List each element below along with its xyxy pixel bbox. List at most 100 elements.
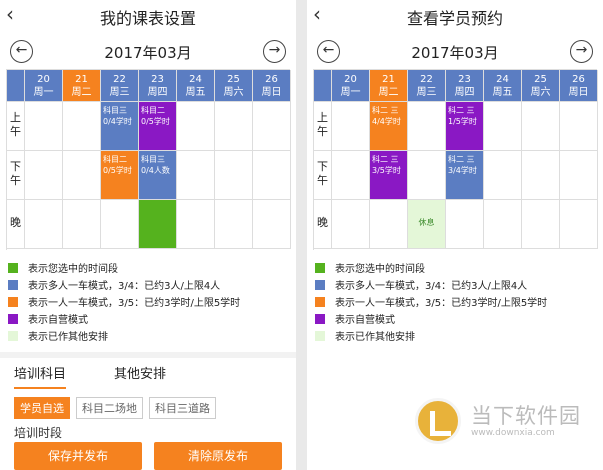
legend-item: 表示自营模式	[315, 310, 600, 327]
chip-subject3-road[interactable]: 科目三道路	[149, 397, 216, 419]
month-label: 2017年03月	[411, 44, 499, 62]
booking-block[interactable]: 科二 三 1/5学时	[446, 102, 483, 150]
slot-cell[interactable]: 科目三 0/4学时	[101, 102, 139, 151]
slot-cell[interactable]	[253, 200, 291, 249]
slot-cell[interactable]	[522, 200, 560, 249]
day-header-21[interactable]: 21 周二	[370, 70, 408, 102]
slot-cell[interactable]	[332, 102, 370, 151]
booking-block[interactable]: 科二 三 3/4学时	[446, 151, 483, 199]
slot-cell[interactable]: 科二 三 1/5学时	[446, 102, 484, 151]
period-label-text: 上 午	[10, 111, 21, 138]
booking-block[interactable]: 科目三 0/4学时	[101, 102, 138, 150]
day-header-21[interactable]: 21 周二	[63, 70, 101, 102]
day-header-23[interactable]: 23 周四	[139, 70, 177, 102]
day-number: 24	[189, 74, 202, 85]
slot-cell[interactable]	[560, 151, 598, 200]
downxia-logo-icon	[415, 398, 461, 444]
slot-cell[interactable]	[253, 102, 291, 151]
tab-bar: 培训科目 其他安排	[0, 352, 296, 389]
period-row-am: 上 午 科目三 0/4学时 科目二 0/5学时	[7, 102, 291, 151]
header: ‹ 我的课表设置	[0, 0, 296, 30]
month-label: 2017年03月	[104, 44, 192, 62]
legend-text: 表示您选中的时间段	[28, 264, 118, 275]
slot-cell[interactable]	[332, 151, 370, 200]
day-header-20[interactable]: 20 周一	[332, 70, 370, 102]
slot-cell[interactable]	[25, 102, 63, 151]
day-header-25[interactable]: 25 周六	[215, 70, 253, 102]
slot-cell[interactable]	[215, 151, 253, 200]
booking-block[interactable]: 休息	[408, 200, 445, 248]
day-weekday: 周五	[185, 87, 206, 98]
day-header-22[interactable]: 22 周三	[408, 70, 446, 102]
slot-cell[interactable]	[215, 102, 253, 151]
chip-student-choice[interactable]: 学员自选	[14, 397, 70, 419]
day-header-24[interactable]: 24 周五	[177, 70, 215, 102]
slot-cell[interactable]	[63, 102, 101, 151]
slot-cell[interactable]	[63, 200, 101, 249]
page-title: 我的课表设置	[99, 9, 196, 28]
chip-subject2-field[interactable]: 科目二场地	[76, 397, 143, 419]
tab-training-subject[interactable]: 培训科目	[14, 363, 67, 389]
slot-cell[interactable]	[408, 151, 446, 200]
slot-cell[interactable]: 科二 三 3/4学时	[446, 151, 484, 200]
slot-cell[interactable]	[177, 151, 215, 200]
slot-cell[interactable]	[25, 200, 63, 249]
slot-cell[interactable]	[484, 151, 522, 200]
slot-cell[interactable]	[560, 102, 598, 151]
slot-cell[interactable]: 休息	[408, 200, 446, 249]
day-header-25[interactable]: 25 周六	[522, 70, 560, 102]
slot-cell[interactable]	[408, 102, 446, 151]
slot-cell[interactable]: 科目二 0/5学时	[139, 102, 177, 151]
slot-cell[interactable]	[370, 200, 408, 249]
booking-block[interactable]: 科二 三 4/4学时	[370, 102, 407, 150]
slot-cell[interactable]	[522, 102, 560, 151]
day-number: 25	[534, 74, 547, 85]
slot-cell[interactable]	[25, 151, 63, 200]
day-header-26[interactable]: 26 周日	[560, 70, 598, 102]
day-number: 23	[458, 74, 471, 85]
save-publish-button[interactable]: 保存并发布	[14, 442, 142, 470]
day-header-20[interactable]: 20 周一	[25, 70, 63, 102]
slot-cell[interactable]	[484, 102, 522, 151]
clear-publish-button[interactable]: 清除原发布	[154, 442, 282, 470]
slot-cell[interactable]	[177, 200, 215, 249]
schedule-grid: 20 周一 21 周二 22 周三 23 周四 24 周五 25 周六 26 周日上 午 科目三 0/4学时…	[6, 69, 291, 250]
legend-text: 表示多人一车模式，3/4：已约3人/上限4人	[335, 281, 528, 292]
slot-cell[interactable]: 科目二 0/5学时	[101, 151, 139, 200]
booking-block[interactable]: 科目二 0/5学时	[101, 151, 138, 199]
booking-block[interactable]: 科二 三 3/5学时	[370, 151, 407, 199]
watermark-name: 当下软件园	[471, 404, 581, 428]
slot-cell[interactable]	[332, 200, 370, 249]
slot-cell[interactable]	[139, 200, 177, 249]
day-header-23[interactable]: 23 周四	[446, 70, 484, 102]
slot-cell[interactable]	[560, 200, 598, 249]
slot-cell[interactable]	[253, 151, 291, 200]
day-header-22[interactable]: 22 周三	[101, 70, 139, 102]
slot-cell[interactable]	[215, 200, 253, 249]
slot-cell[interactable]	[101, 200, 139, 249]
slot-cell[interactable]	[63, 151, 101, 200]
tab-other-arrangements[interactable]: 其他安排	[114, 363, 166, 382]
booking-block[interactable]	[139, 200, 176, 248]
next-month-icon[interactable]: →	[570, 40, 593, 63]
day-header-26[interactable]: 26 周日	[253, 70, 291, 102]
slot-cell[interactable]	[522, 151, 560, 200]
month-nav: ← 2017年03月 →	[307, 38, 603, 66]
legend-item: 表示已作其他安排	[8, 327, 293, 344]
slot-cell[interactable]	[446, 200, 484, 249]
booking-block[interactable]: 科目二 0/5学时	[139, 102, 176, 150]
next-month-icon[interactable]: →	[263, 40, 286, 63]
day-number: 20	[37, 74, 50, 85]
slot-cell[interactable]	[177, 102, 215, 151]
day-weekday: 周四	[147, 87, 168, 98]
slot-cell[interactable]	[484, 200, 522, 249]
day-weekday: 周五	[492, 87, 513, 98]
slot-cell[interactable]: 科二 三 3/5学时	[370, 151, 408, 200]
slot-cell[interactable]: 科二 三 4/4学时	[370, 102, 408, 151]
legend-item: 表示您选中的时间段	[8, 259, 293, 276]
day-header-24[interactable]: 24 周五	[484, 70, 522, 102]
slot-cell[interactable]: 科目三 0/4人数	[139, 151, 177, 200]
period-label-text: 晚	[10, 216, 21, 229]
day-number: 22	[113, 74, 126, 85]
booking-block[interactable]: 科目三 0/4人数	[139, 151, 176, 199]
